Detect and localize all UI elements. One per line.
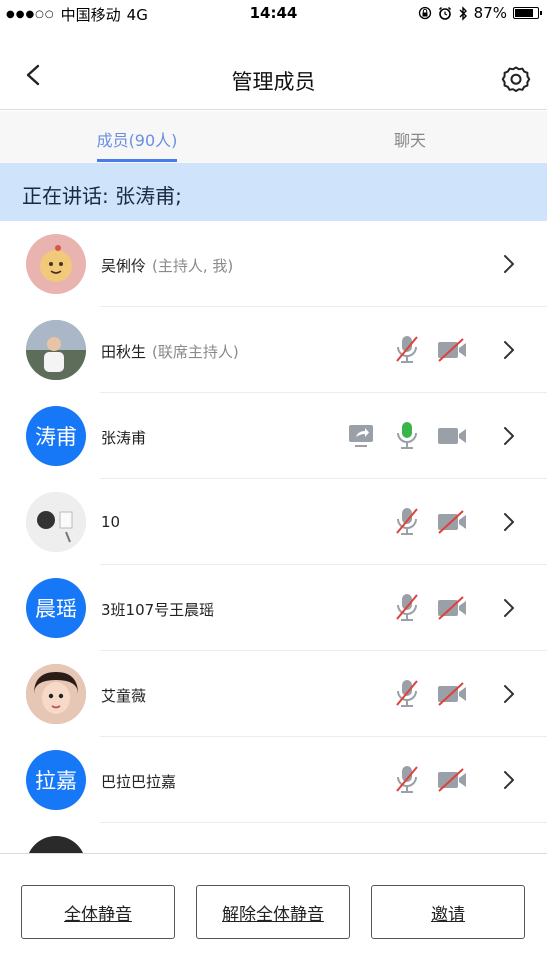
microphone-muted-icon[interactable] [393,677,421,709]
member-name-line: 10 [101,513,120,531]
member-row[interactable]: 拉嘉 巴拉巴拉嘉 [0,737,547,823]
status-right: 87% [418,4,542,22]
member-row[interactable]: 吴俐伶 (主持人, 我) [0,221,547,307]
lock-rotation-icon [418,6,431,20]
avatar [26,234,86,294]
microphone-muted-icon[interactable] [393,591,421,623]
tab-bar: 成员(90人) 聊天 [0,111,547,163]
member-name: 田秋生 [101,343,147,361]
avatar-initials: 涛甫 [35,425,77,449]
avatar: 晨瑶 [26,578,86,638]
tab-members[interactable]: 成员(90人) [57,127,217,151]
avatar [26,664,86,724]
microphone-muted-icon[interactable] [393,333,421,365]
chevron-right-icon[interactable] [501,597,517,619]
member-list[interactable]: 吴俐伶 (主持人, 我) 田秋生 (联席主持人) 涛甫 张涛甫 10 晨瑶 3班107号王晨瑶艾… [0,221,547,853]
chevron-right-icon[interactable] [501,339,517,361]
speaking-banner-text: 正在讲话: 张涛甫; [22,184,182,208]
avatar: 拉嘉 [26,750,86,810]
member-name-line: 吴俐伶 (主持人, 我) [101,255,233,276]
bluetooth-icon [459,5,467,21]
camera-off-icon[interactable] [436,509,468,535]
avatar [26,320,86,380]
member-name: 艾童薇 [101,687,147,705]
mute-all-button[interactable]: 全体静音 [21,885,175,939]
unmute-all-button[interactable]: 解除全体静音 [196,885,350,939]
member-name-line: 田秋生 (联席主持人) [101,341,239,362]
page-title: 管理成员 [231,70,316,94]
status-bar: ●●●○○ 中国移动 4G 14:44 87% [0,0,547,28]
member-row[interactable]: 涛甫 张涛甫 [0,393,547,479]
microphone-icon[interactable] [393,419,421,451]
member-name: 巴拉巴拉嘉 [101,773,177,791]
alarm-icon [438,6,451,20]
chevron-right-icon[interactable] [501,769,517,791]
member-name-line: 3班107号王晨瑶 [101,599,214,620]
member-name: 10 [101,513,121,531]
avatar-initials: 晨瑶 [35,597,77,621]
member-row[interactable]: 田秋生 (联席主持人) [0,307,547,393]
member-name-line: 艾童薇 [101,685,146,706]
member-row[interactable]: 艾童薇 [0,651,547,737]
gear-icon[interactable] [501,64,531,94]
microphone-muted-icon[interactable] [393,763,421,795]
member-name: 3班107号王晨瑶 [101,601,215,619]
member-name: 吴俐伶 [101,257,147,275]
member-role: (主持人, 我) [152,257,234,275]
camera-off-icon[interactable] [436,595,468,621]
avatar [26,836,86,853]
invite-button[interactable]: 邀请 [371,885,525,939]
member-name-line: 张涛甫 [101,427,146,448]
member-role: (联席主持人) [152,343,239,361]
avatar: 涛甫 [26,406,86,466]
member-name-line: 巴拉巴拉嘉 [101,771,176,792]
battery-percent: 87% [473,4,507,22]
tab-chat[interactable]: 聊天 [330,127,490,151]
chevron-right-icon[interactable] [501,253,517,275]
microphone-muted-icon[interactable] [393,505,421,537]
member-name: 张涛甫 [101,429,147,447]
avatar-initials: 拉嘉 [35,769,77,793]
member-row[interactable]: 10 [0,479,547,565]
camera-off-icon[interactable] [436,337,468,363]
camera-icon[interactable] [436,423,468,449]
nav-bar: 管理成员 [0,40,547,110]
chevron-right-icon[interactable] [501,683,517,705]
screen-share-icon[interactable] [346,421,376,451]
camera-off-icon[interactable] [436,681,468,707]
battery-icon [513,7,542,19]
camera-off-icon[interactable] [436,767,468,793]
chevron-right-icon[interactable] [501,511,517,533]
bottom-action-bar: 全体静音 解除全体静音 邀请 [0,853,547,972]
member-row-partial[interactable] [0,823,547,853]
tab-active-indicator [97,159,177,162]
avatar [26,492,86,552]
chevron-right-icon[interactable] [501,425,517,447]
member-row[interactable]: 晨瑶 3班107号王晨瑶 [0,565,547,651]
speaking-banner: 正在讲话: 张涛甫; [0,163,547,221]
battery-fill [515,9,533,17]
